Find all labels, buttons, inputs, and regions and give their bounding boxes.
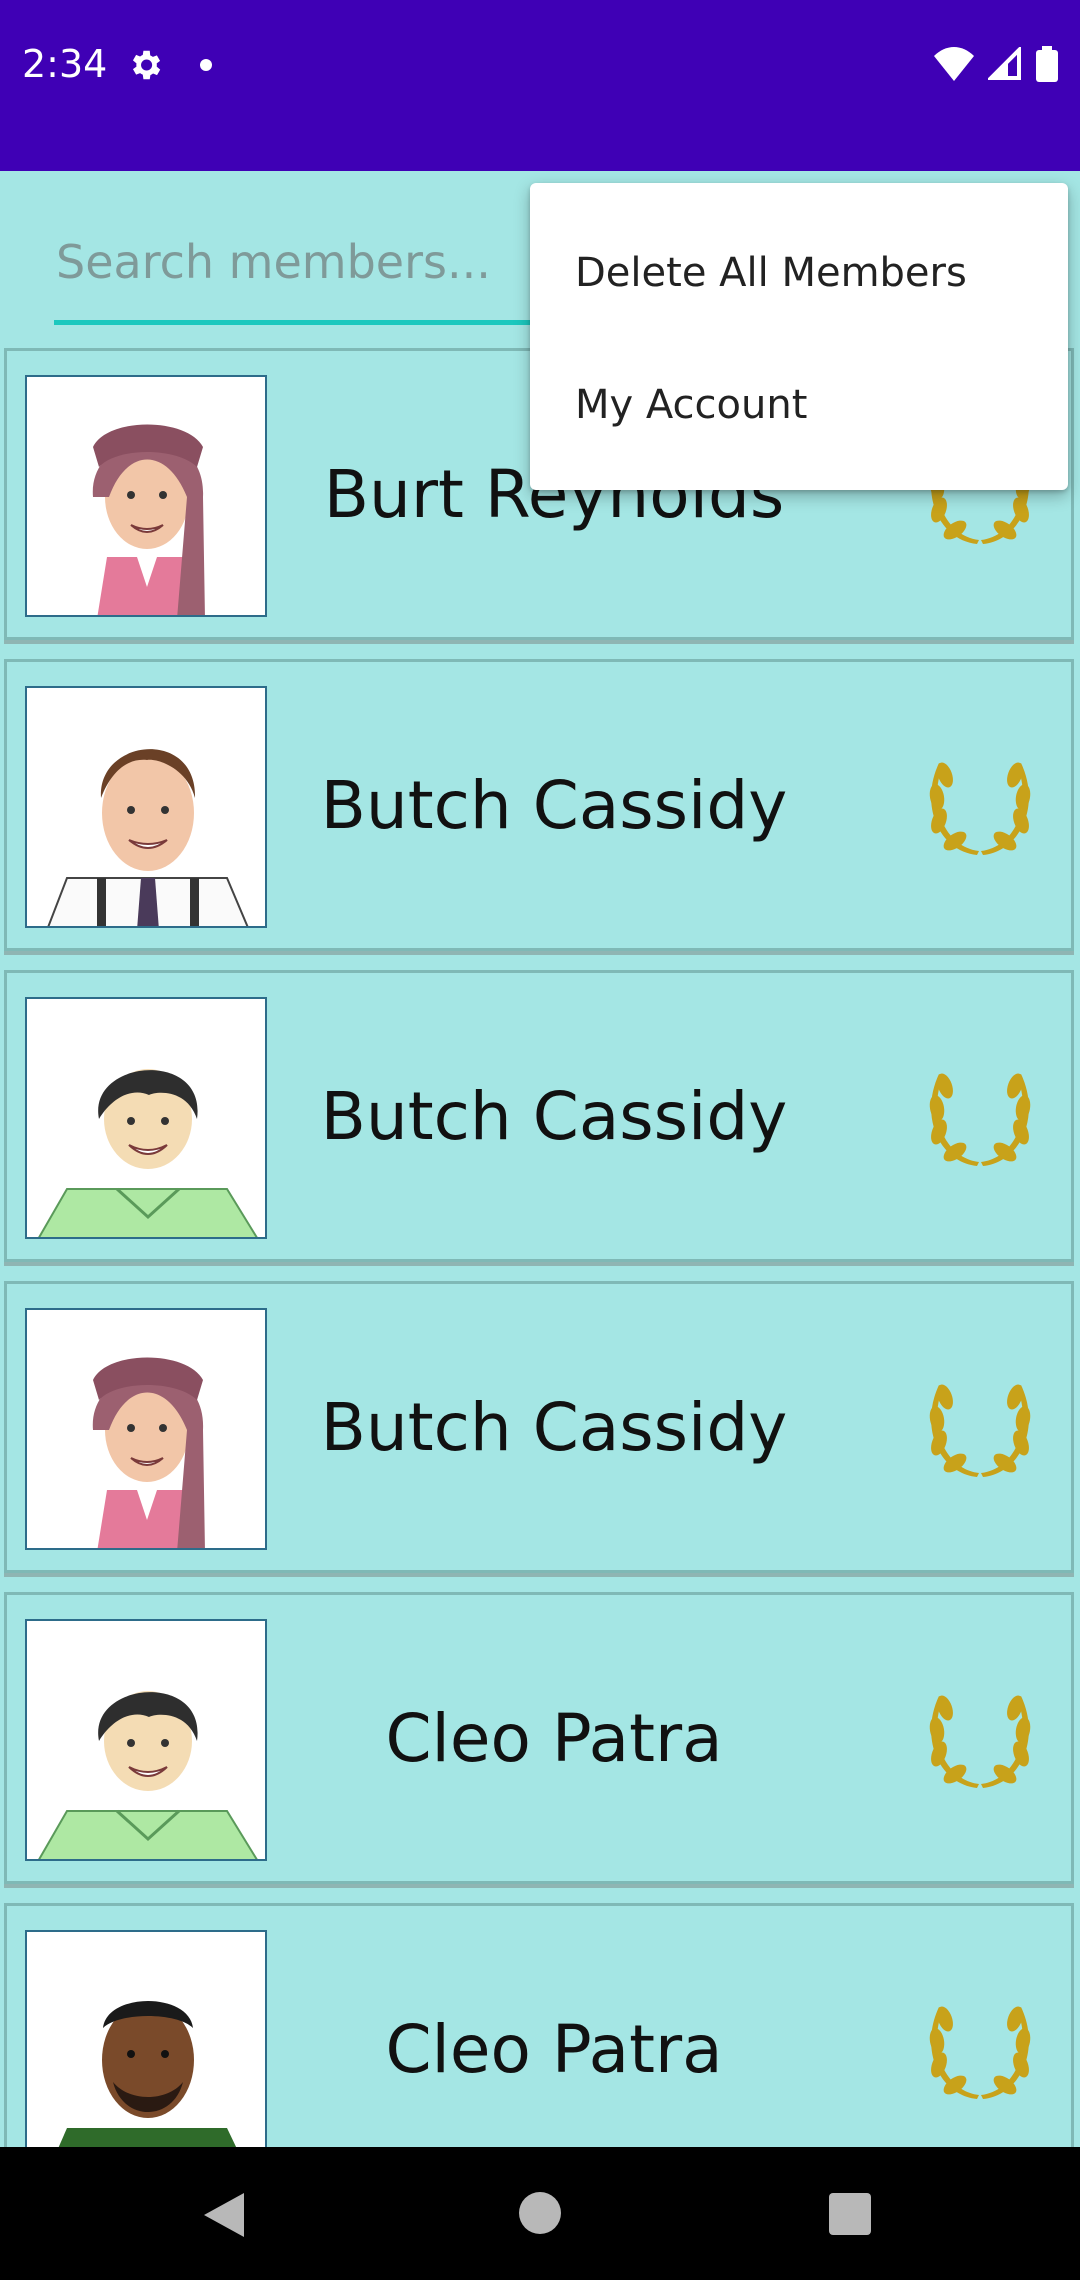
home-icon[interactable] [519, 2192, 561, 2234]
system-icons [934, 45, 1058, 86]
member-card[interactable]: Cleo Patra [4, 1592, 1074, 1884]
cellular-signal-icon [986, 45, 1022, 85]
menu-item-delete-all-members[interactable]: Delete All Members [530, 213, 1068, 333]
member-avatar [25, 1930, 267, 2148]
menu-item-my-account[interactable]: My Account [530, 345, 1068, 465]
member-name: Cleo Patra [385, 2010, 723, 2088]
back-icon[interactable] [204, 2193, 246, 2241]
member-card[interactable]: Butch Cassidy [4, 970, 1074, 1262]
overflow-menu: Delete All Members My Account [530, 183, 1068, 490]
laurel-icon [927, 1071, 1033, 1166]
member-card[interactable]: Butch Cassidy [4, 1281, 1074, 1573]
member-avatar [25, 1308, 267, 1550]
laurel-icon [927, 2004, 1033, 2099]
battery-icon [1036, 46, 1058, 86]
laurel-icon [927, 760, 1033, 855]
member-avatar [25, 1619, 267, 1861]
member-name: Butch Cassidy [320, 1388, 788, 1466]
member-name: Cleo Patra [385, 1699, 723, 1777]
member-list[interactable]: Burt Reynolds Butch Cassidy Butch Cassid… [0, 348, 1080, 2148]
laurel-icon [927, 1382, 1033, 1477]
notification-dot-icon [200, 59, 212, 71]
member-name: Butch Cassidy [320, 766, 788, 844]
status-time: 2:34 [22, 42, 108, 86]
member-avatar [25, 997, 267, 1239]
search-input[interactable] [54, 221, 578, 303]
laurel-icon [927, 1693, 1033, 1788]
member-card[interactable]: Butch Cassidy [4, 659, 1074, 951]
member-card[interactable]: Cleo Patra [4, 1903, 1074, 2148]
navigation-bar [0, 2147, 1080, 2280]
wifi-icon [934, 47, 974, 85]
member-name: Butch Cassidy [320, 1077, 788, 1155]
settings-icon [126, 46, 164, 88]
member-avatar [25, 375, 267, 617]
recents-icon[interactable] [829, 2193, 871, 2235]
status-bar: 2:34 [0, 0, 1080, 171]
member-avatar [25, 686, 267, 928]
